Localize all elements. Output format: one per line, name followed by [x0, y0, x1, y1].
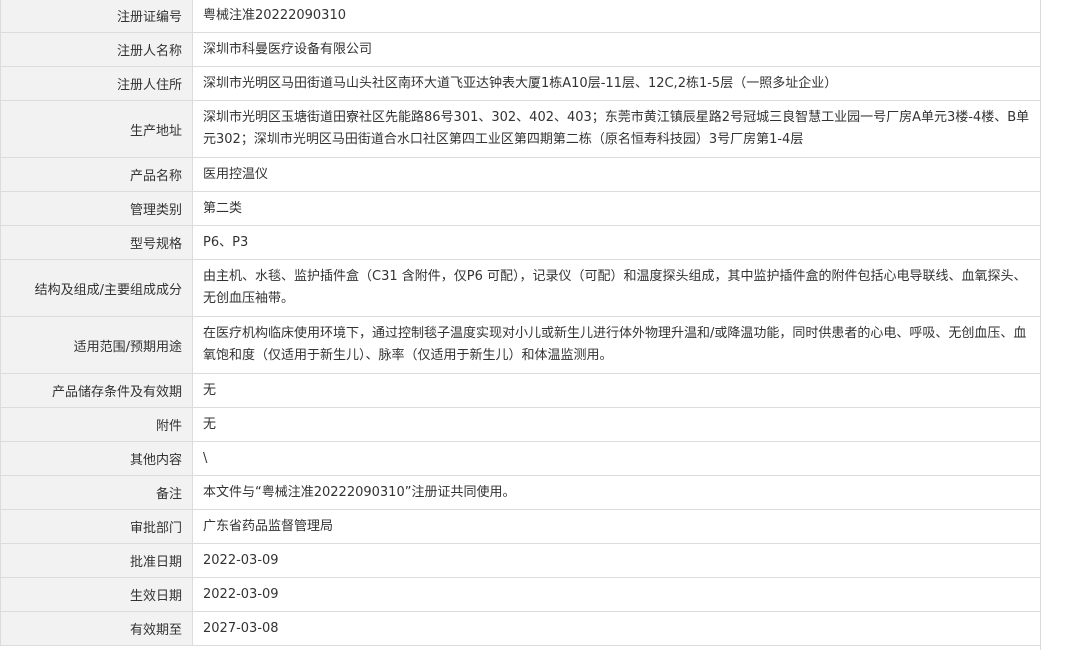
table-row: 批准日期 2022-03-09 — [0, 543, 1040, 578]
field-value-remarks: 本文件与“粤械注准20222090310”注册证共同使用。 — [192, 475, 1040, 510]
field-label-other-content: 其他内容 — [0, 441, 193, 476]
detail-panel: 注册证编号 粤械注准20222090310 注册人名称 深圳市科曼医疗设备有限公… — [0, 0, 1041, 650]
field-value-model-spec: P6、P3 — [192, 225, 1040, 260]
field-label-registration-number: 注册证编号 — [0, 0, 193, 33]
field-value-intended-use: 在医疗机构临床使用环境下，通过控制毯子温度实现对小儿或新生儿进行体外物理升温和/… — [192, 316, 1040, 374]
table-row: 审批部门 广东省药品监督管理局 — [0, 509, 1040, 544]
table-row: 注册人名称 深圳市科曼医疗设备有限公司 — [0, 32, 1040, 67]
field-label-intended-use: 适用范围/预期用途 — [0, 316, 193, 374]
field-label-approval-date: 批准日期 — [0, 543, 193, 578]
field-value-registrant-address: 深圳市光明区马田街道马山头社区南环大道飞亚达钟表大厦1栋A10层-11层、12C… — [192, 66, 1040, 101]
table-row: 管理类别 第二类 — [0, 191, 1040, 226]
field-label-effective-date: 生效日期 — [0, 577, 193, 612]
field-value-structure-composition: 由主机、水毯、监护插件盒（C31 含附件，仅P6 可配），记录仪（可配）和温度探… — [192, 259, 1040, 317]
field-value-registration-number: 粤械注准20222090310 — [192, 0, 1040, 33]
table-row: 其他内容 \ — [0, 441, 1040, 476]
field-label-model-spec: 型号规格 — [0, 225, 193, 260]
table-row: 产品名称 医用控温仪 — [0, 157, 1040, 192]
field-value-storage-validity: 无 — [192, 373, 1040, 408]
field-value-approval-date: 2022-03-09 — [192, 543, 1040, 578]
table-row: 产品储存条件及有效期 无 — [0, 373, 1040, 408]
field-label-registrant-name: 注册人名称 — [0, 32, 193, 67]
field-label-remarks: 备注 — [0, 475, 193, 510]
field-label-attachments: 附件 — [0, 407, 193, 442]
table-row: 附件 无 — [0, 407, 1040, 442]
table-row: 适用范围/预期用途 在医疗机构临床使用环境下，通过控制毯子温度实现对小儿或新生儿… — [0, 316, 1040, 374]
field-value-valid-until: 2027-03-08 — [192, 611, 1040, 646]
field-value-production-address: 深圳市光明区玉塘街道田寮社区先能路86号301、302、402、403；东莞市黄… — [192, 100, 1040, 158]
field-label-valid-until: 有效期至 — [0, 611, 193, 646]
field-label-storage-validity: 产品储存条件及有效期 — [0, 373, 193, 408]
table-row: 备注 本文件与“粤械注准20222090310”注册证共同使用。 — [0, 475, 1040, 510]
field-label-product-name: 产品名称 — [0, 157, 193, 192]
table-row: 型号规格 P6、P3 — [0, 225, 1040, 260]
field-value-effective-date: 2022-03-09 — [192, 577, 1040, 612]
field-value-registrant-name: 深圳市科曼医疗设备有限公司 — [192, 32, 1040, 67]
field-label-approval-department: 审批部门 — [0, 509, 193, 544]
registration-detail-table: 注册证编号 粤械注准20222090310 注册人名称 深圳市科曼医疗设备有限公… — [0, 0, 1040, 646]
field-value-attachments: 无 — [192, 407, 1040, 442]
field-label-management-category: 管理类别 — [0, 191, 193, 226]
table-row: 有效期至 2027-03-08 — [0, 611, 1040, 646]
table-row: 生效日期 2022-03-09 — [0, 577, 1040, 612]
field-value-management-category: 第二类 — [192, 191, 1040, 226]
field-label-production-address: 生产地址 — [0, 100, 193, 158]
field-value-approval-department: 广东省药品监督管理局 — [192, 509, 1040, 544]
field-label-registrant-address: 注册人住所 — [0, 66, 193, 101]
field-value-product-name: 医用控温仪 — [192, 157, 1040, 192]
page-scrollbar[interactable] — [1058, 0, 1073, 650]
table-row: 生产地址 深圳市光明区玉塘街道田寮社区先能路86号301、302、402、403… — [0, 100, 1040, 158]
field-label-structure-composition: 结构及组成/主要组成成分 — [0, 259, 193, 317]
table-row: 注册证编号 粤械注准20222090310 — [0, 0, 1040, 33]
table-row: 结构及组成/主要组成成分 由主机、水毯、监护插件盒（C31 含附件，仅P6 可配… — [0, 259, 1040, 317]
table-row: 注册人住所 深圳市光明区马田街道马山头社区南环大道飞亚达钟表大厦1栋A10层-1… — [0, 66, 1040, 101]
field-value-other-content: \ — [192, 441, 1040, 476]
